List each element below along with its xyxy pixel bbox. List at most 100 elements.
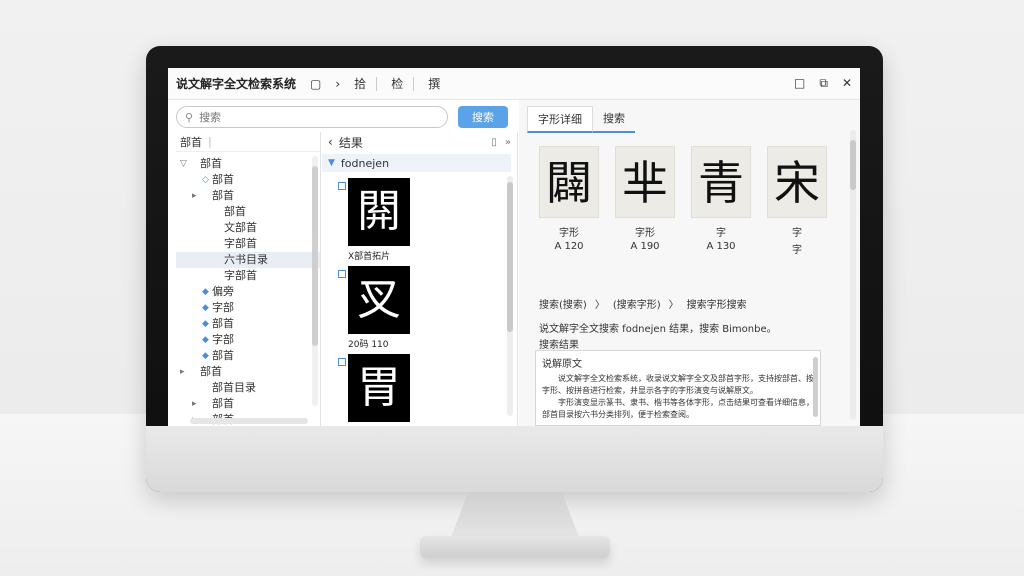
tree-scroll-thumb[interactable] <box>312 166 318 346</box>
pin-icon[interactable]: ▯ <box>491 137 497 148</box>
app-title: 说文解字全文检索系统 <box>176 77 297 91</box>
breadcrumb-item[interactable]: 搜索字形搜索 <box>687 296 747 311</box>
detail-tabs: 字形详细 搜索 <box>527 106 635 133</box>
tab-glyph-detail[interactable]: 字形详细 <box>527 106 593 133</box>
tree-item[interactable]: ◆ 字部 <box>176 300 320 316</box>
search-icon: ⚲ <box>185 110 194 124</box>
breadcrumb: 搜索(搜索) 〉 (搜索字形) 〉搜索字形搜索 <box>539 296 747 311</box>
detail-subheading: 搜索结果 <box>539 340 579 351</box>
detail-scrollbar[interactable] <box>850 130 856 420</box>
tree-item-label: 偏旁 <box>212 285 234 298</box>
tree-item[interactable]: ◆ 部首 <box>176 348 320 364</box>
text-box-scrollbar[interactable] <box>813 357 818 417</box>
result-checkbox[interactable] <box>338 270 346 278</box>
tree-item[interactable]: ◆ 部首 <box>176 316 320 332</box>
breadcrumb-item: 〉 <box>594 300 605 311</box>
breadcrumb-item[interactable]: (搜索字形) <box>613 296 661 311</box>
title-bar: 说文解字全文检索系统 ▢ › 拾 检 撰 □ ⧉ ✕ <box>168 68 860 100</box>
variant-code: A 120 <box>554 241 584 252</box>
expand-toggle-icon[interactable]: ▸ <box>192 188 202 204</box>
result-checkbox[interactable] <box>338 358 346 366</box>
source-text-paragraph: 说文解字全文检索系统，收录说文解字全文及部首字形，支持按部首、按字形、按拼音进行… <box>542 374 814 395</box>
tree-item-label: 部首 <box>212 189 234 202</box>
result-glyph: 胃 <box>348 354 410 422</box>
tree-list: ▽ 部首 ◇ 部首 ▸ 部首 部首 文部首 字部首 六书目录 字部首 ◆ 偏旁 ◆ 字部 ◆ 部首 ◆ 字部 ◆ 部首 ▸… <box>176 152 320 426</box>
results-scrollbar[interactable] <box>507 176 513 416</box>
results-header-actions: ▯ » <box>491 137 511 148</box>
variant-glyph: 芈 <box>615 146 675 218</box>
collapse-icon[interactable]: » <box>505 137 511 148</box>
expand-toggle-icon[interactable]: ▽ <box>180 156 190 172</box>
source-text-box[interactable]: 说解原文 说文解字全文检索系统，收录说文解字全文及部首字形，支持按部首、按字形、… <box>535 350 821 426</box>
results-query: fodnejen <box>340 156 390 170</box>
tree-item[interactable]: ▸ 部首 <box>176 396 320 412</box>
results-query-row[interactable]: ▼ fodnejen <box>322 154 511 172</box>
tree-item[interactable]: 文部首 <box>176 220 320 236</box>
tree-item[interactable]: ▽ 部首 <box>176 156 320 172</box>
breadcrumb-item[interactable]: 搜索(搜索) <box>539 296 587 311</box>
result-card[interactable]: 閞 X部首拓片 <box>338 178 410 262</box>
result-card[interactable]: 胃部首 13 <box>338 354 410 426</box>
tree-panel-title: 部首 <box>180 135 202 149</box>
breadcrumb-item: 〉 <box>668 300 679 311</box>
back-icon[interactable]: ‹ <box>328 135 333 149</box>
toolbar-divider <box>376 76 378 91</box>
result-caption: X部首拓片 <box>348 252 391 262</box>
glyph-variant-card[interactable]: 闢字形 A 120 <box>539 146 599 256</box>
tree-item[interactable]: ▸ 部首 <box>176 188 320 204</box>
tree-item[interactable]: 部首 <box>176 204 320 220</box>
tree-item-label: 字部 <box>212 333 234 346</box>
toolbar-button-3[interactable]: 撰 <box>428 75 440 92</box>
filter-icon: ▼ <box>328 158 335 168</box>
monitor-stand <box>450 492 580 540</box>
app-window: 说文解字全文检索系统 ▢ › 拾 检 撰 □ ⧉ ✕ ⚲ 搜索 部首 | ▽ 部首… <box>168 68 860 426</box>
tree-item[interactable]: 六书目录 <box>176 252 320 268</box>
search-box[interactable]: ⚲ <box>176 106 448 128</box>
tree-item[interactable]: ◆ 字部 <box>176 332 320 348</box>
glyph-variant-card[interactable]: 青字 A 130 <box>691 146 751 256</box>
results-scroll-thumb[interactable] <box>507 182 513 332</box>
toolbar-forward-icon[interactable]: › <box>335 77 340 91</box>
close-icon[interactable]: ✕ <box>842 76 852 91</box>
monitor-chin <box>146 426 883 492</box>
tree-horizontal-scrollbar[interactable] <box>190 418 308 424</box>
detail-scroll-thumb[interactable] <box>850 140 856 190</box>
result-checkbox[interactable] <box>338 182 346 190</box>
tree-item[interactable]: 字部首 <box>176 236 320 252</box>
radical-tree-panel: 部首 | ▽ 部首 ◇ 部首 ▸ 部首 部首 文部首 字部首 六书目录 字部首 ◆ 偏旁 ◆ 字部 ◆ 部首 ◆ 字… <box>176 132 321 426</box>
tree-item[interactable]: ▸ 部首 <box>176 364 320 380</box>
divider-mark: | <box>208 135 212 148</box>
tree-item-label: 文部首 <box>224 221 257 234</box>
tab-search[interactable]: 搜索 <box>593 106 635 133</box>
tree-scrollbar[interactable] <box>312 156 318 406</box>
toolbar-divider <box>413 76 415 91</box>
source-text-paragraph: 字形演变显示篆书、隶书、楷书等各体字形，点击结果可查看详细信息，部首目录按六书分… <box>542 398 814 419</box>
result-card[interactable]: 㕚 20码 110 <box>338 266 410 350</box>
glyph-variant-card[interactable]: 宋字字 <box>767 146 827 256</box>
tree-item-label: 部首 <box>212 173 234 186</box>
maximize-icon[interactable]: □ <box>794 76 805 91</box>
detail-panel: 字形详细 搜索 闢字形 A 120 芈字形 A 190 青字 A 130 宋字字 搜索(搜索… <box>519 100 860 426</box>
result-caption: 20码 110 <box>348 340 389 350</box>
search-bar: ⚲ 搜索 <box>176 106 518 128</box>
tree-item[interactable]: ◆ 偏旁 <box>176 284 320 300</box>
tree-item-label: 字部首 <box>224 237 257 250</box>
restore-icon[interactable]: ⧉ <box>819 76 828 91</box>
toolbar-copy-icon[interactable]: ▢ <box>310 77 321 91</box>
expand-toggle-icon[interactable]: ▸ <box>180 364 190 380</box>
search-input[interactable] <box>199 110 430 124</box>
search-button[interactable]: 搜索 <box>458 106 508 128</box>
result-glyph: 閞 <box>348 178 410 246</box>
result-caption: 部首 13 <box>348 425 410 426</box>
tree-item-label: 部首 <box>200 157 222 170</box>
tree-item[interactable]: 字部首 <box>176 268 320 284</box>
toolbar-button-1[interactable]: 拾 <box>354 75 366 92</box>
source-text-title: 说解原文 <box>542 359 582 370</box>
toolbar-button-2[interactable]: 检 <box>391 75 403 92</box>
results-header: ‹ 结果 ▯ » <box>322 132 517 152</box>
tree-item-label: 部首 <box>212 349 234 362</box>
tree-item[interactable]: ◇ 部首 <box>176 172 320 188</box>
glyph-variant-card[interactable]: 芈字形 A 190 <box>615 146 675 256</box>
tree-item[interactable]: 部首目录 <box>176 380 320 396</box>
expand-toggle-icon[interactable]: ▸ <box>192 396 202 412</box>
